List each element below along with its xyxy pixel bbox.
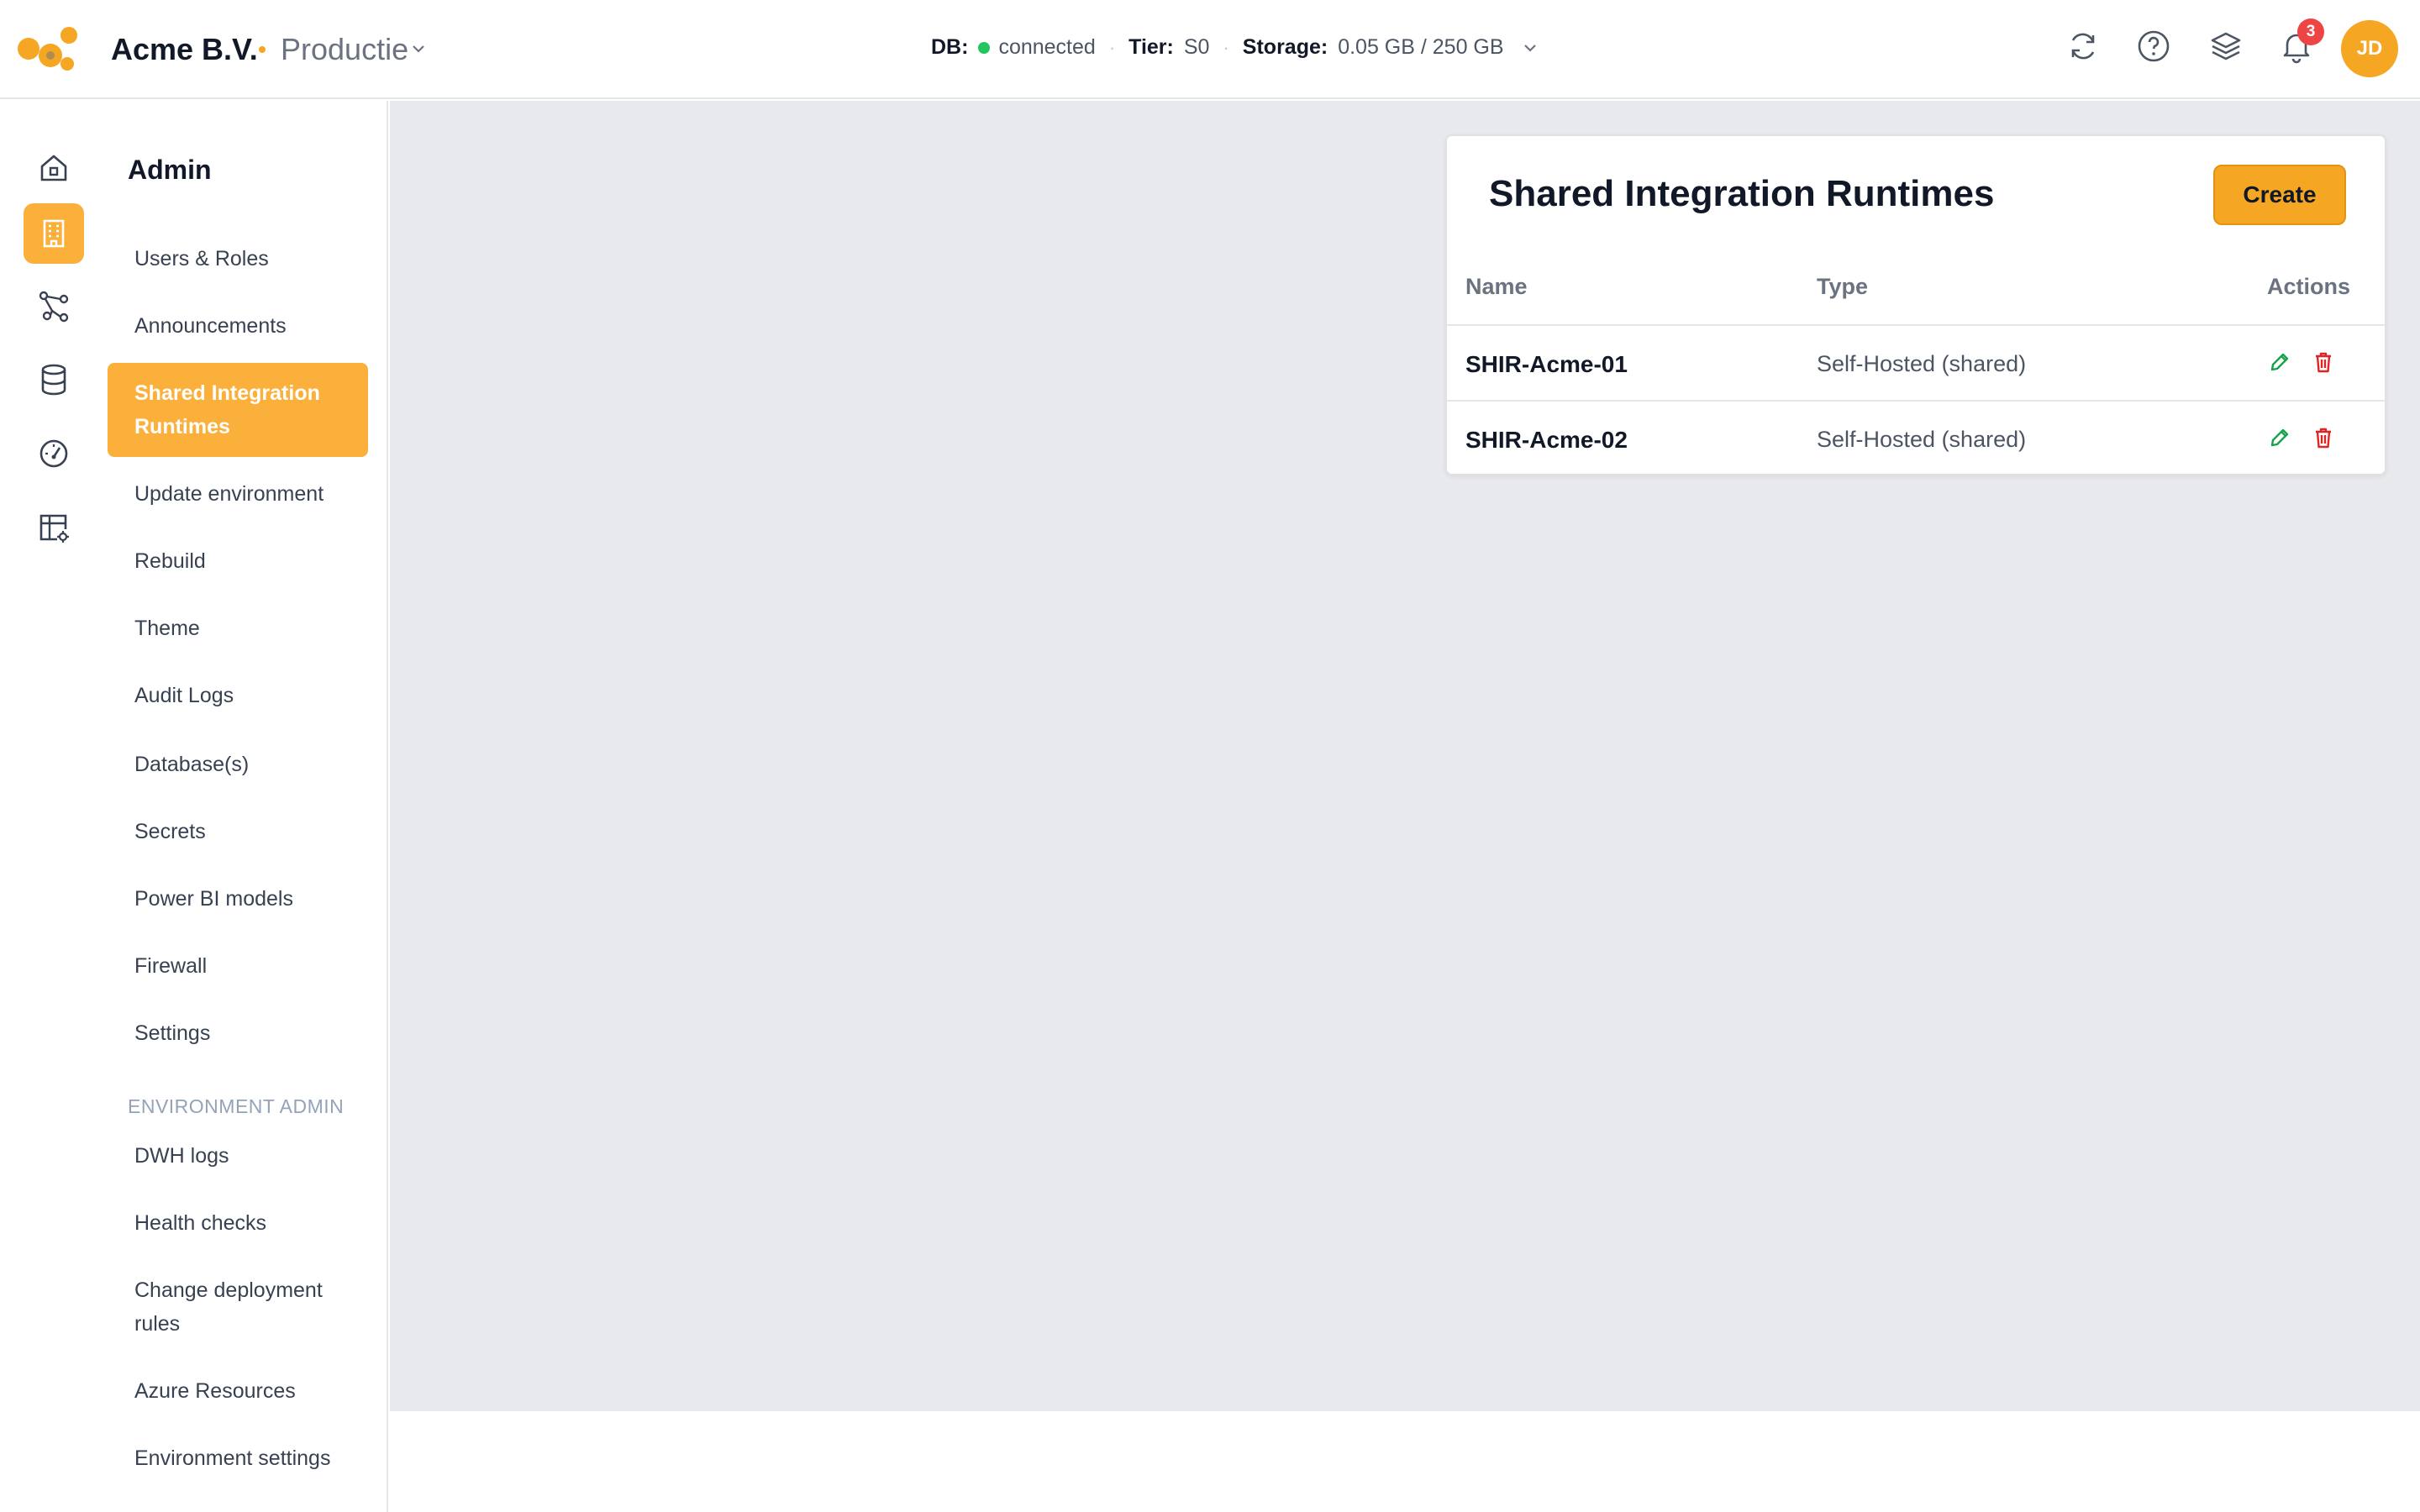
sidebar-item-azure-resources[interactable]: Azure Resources <box>106 1374 366 1408</box>
sidebar-item-users-roles[interactable]: Users & Roles <box>106 242 366 276</box>
sidebar-item-update-environment[interactable]: Update environment <box>106 477 366 511</box>
pipeline-icon <box>39 291 69 323</box>
icon-rail <box>0 101 106 1512</box>
home-icon <box>40 155 67 181</box>
notification-badge: 3 <box>2297 18 2324 45</box>
edit-icon[interactable] <box>2267 425 2292 450</box>
rail-table-settings[interactable] <box>24 497 84 558</box>
delete-icon[interactable] <box>2311 349 2336 375</box>
sidebar-item-secrets[interactable]: Secrets <box>106 815 366 848</box>
create-button[interactable]: Create <box>2213 165 2346 225</box>
table-divider <box>1447 324 2385 326</box>
layers-icon[interactable] <box>2207 27 2245 66</box>
rail-pipelines[interactable] <box>24 276 84 336</box>
table-settings-icon <box>39 514 69 543</box>
database-icon <box>41 364 66 396</box>
delete-icon[interactable] <box>2311 425 2336 450</box>
sidebar-item-environment-settings[interactable]: Environment settings <box>106 1441 366 1475</box>
sidebar-title: Admin <box>128 155 212 185</box>
sidebar-section-environment-admin: ENVIRONMENT ADMIN <box>128 1095 345 1117</box>
sidebar-item-health-checks[interactable]: Health checks <box>106 1206 366 1240</box>
sidebar-item-firewall[interactable]: Firewall <box>106 949 366 983</box>
edit-icon[interactable] <box>2267 349 2292 375</box>
rail-monitoring[interactable] <box>24 423 84 484</box>
sidebar-item-dwh-logs[interactable]: DWH logs <box>106 1139 366 1173</box>
card-title: Shared Integration Runtimes <box>1489 173 1995 214</box>
sidebar-item-power-bi-models[interactable]: Power BI models <box>106 882 366 916</box>
rail-admin[interactable] <box>24 203 84 264</box>
organization-name[interactable]: Acme B.V. <box>111 32 258 67</box>
sidebar-item-theme[interactable]: Theme <box>106 612 366 645</box>
runtime-name[interactable]: SHIR-Acme-01 <box>1465 351 1628 378</box>
shared-integration-runtimes-card: Shared Integration Runtimes Create Name … <box>1445 134 2386 475</box>
rail-home[interactable] <box>24 138 84 198</box>
sidebar-item-rebuild[interactable]: Rebuild <box>106 544 366 578</box>
sidebar-item-databases[interactable]: Database(s) <box>106 748 366 781</box>
user-avatar[interactable]: JD <box>2341 20 2398 77</box>
storage-value: 0.05 GB / 250 GB <box>1338 35 1504 59</box>
chevron-down-icon[interactable] <box>410 40 427 57</box>
separator-dot <box>259 46 266 53</box>
footer-area <box>390 1411 2420 1512</box>
db-label: DB: <box>931 35 969 59</box>
sidebar-item-change-deployment-rules[interactable]: Change deployment rules <box>106 1273 366 1341</box>
runtime-name[interactable]: SHIR-Acme-02 <box>1465 427 1628 454</box>
app-logo-icon[interactable] <box>17 24 79 74</box>
top-bar: Acme B.V. Productie DB: connected · Tier… <box>0 0 2420 99</box>
table-divider <box>1447 400 2385 402</box>
storage-label: Storage: <box>1242 35 1328 59</box>
column-header-type[interactable]: Type <box>1817 274 1868 300</box>
environment-status: DB: connected · Tier: S0 · Storage: 0.05… <box>931 35 1539 60</box>
rail-database[interactable] <box>24 349 84 410</box>
tier-label: Tier: <box>1128 35 1174 59</box>
environment-selector[interactable]: Productie <box>281 32 408 67</box>
status-dot-icon <box>978 41 991 54</box>
separator: · <box>1108 36 1116 58</box>
column-header-actions: Actions <box>2267 274 2351 299</box>
building-icon <box>43 219 65 248</box>
sidebar-item-announcements[interactable]: Announcements <box>106 309 366 343</box>
db-status: connected <box>998 35 1096 59</box>
separator: · <box>1223 36 1229 58</box>
tier-value: S0 <box>1183 35 1210 59</box>
sidebar-item-settings[interactable]: Settings <box>106 1016 366 1050</box>
gauge-icon <box>39 439 68 468</box>
runtime-type: Self-Hosted (shared) <box>1817 351 2027 376</box>
runtime-type: Self-Hosted (shared) <box>1817 427 2027 452</box>
chevron-down-icon[interactable] <box>1521 39 1539 57</box>
refresh-icon[interactable] <box>2064 27 2102 66</box>
column-header-name[interactable]: Name <box>1465 274 1528 300</box>
sidebar-item-shared-integration-runtimes[interactable]: Shared Integration Runtimes <box>108 363 368 457</box>
admin-sidebar: Admin Users & Roles Announcements Shared… <box>106 101 388 1512</box>
sidebar-item-audit-logs[interactable]: Audit Logs <box>106 679 366 712</box>
help-icon[interactable] <box>2134 27 2173 66</box>
